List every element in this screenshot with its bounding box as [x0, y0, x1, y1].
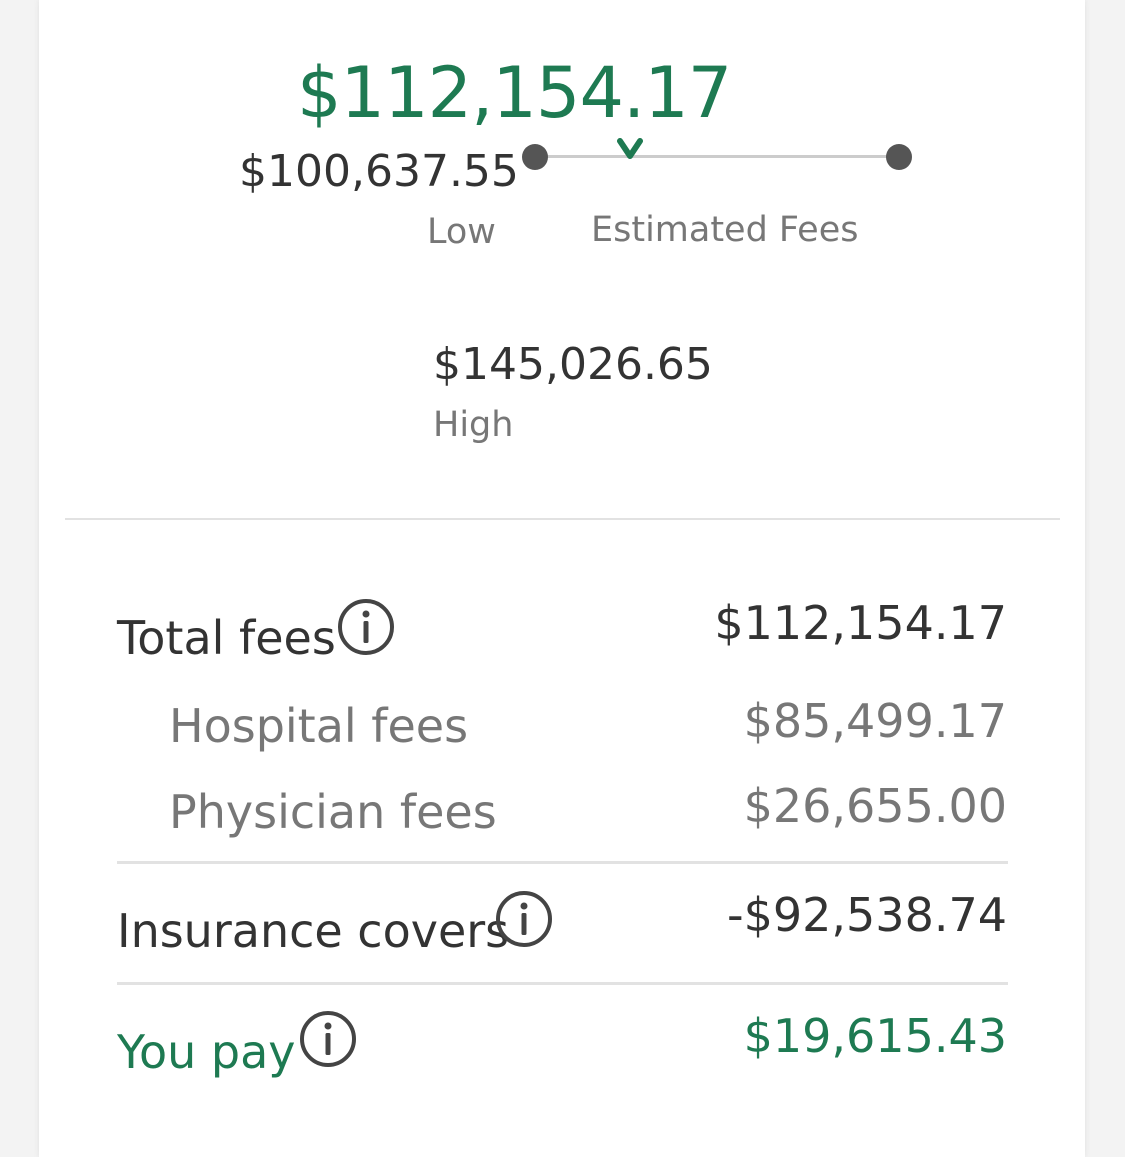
total-fees-info-icon[interactable] — [337, 598, 395, 656]
low-estimate-value: $100,637.55 — [239, 146, 519, 197]
low-estimate-label: Low — [427, 212, 496, 252]
range-track — [535, 155, 899, 158]
you-pay-label: You pay — [117, 1025, 296, 1079]
high-estimate-value: $145,026.65 — [433, 339, 713, 390]
you-pay-info-icon[interactable] — [299, 1010, 357, 1068]
range-high-dot — [886, 144, 912, 170]
you-pay-value: $19,615.43 — [743, 1009, 1007, 1063]
physician-fees-label: Physician fees — [169, 785, 497, 839]
high-estimate-label: High — [433, 405, 514, 445]
insurance-info-icon[interactable] — [495, 890, 553, 948]
total-fees-value: $112,154.17 — [714, 596, 1007, 650]
section-divider — [65, 518, 1060, 520]
total-fees-label: Total fees — [117, 611, 336, 665]
fee-estimate-card: $112,154.17 $100,637.55 Low Estimated Fe… — [39, 0, 1085, 1157]
row-divider — [117, 982, 1008, 985]
range-low-dot — [522, 144, 548, 170]
row-divider — [117, 861, 1008, 864]
insurance-covers-label: Insurance covers — [117, 904, 510, 958]
estimate-marker-icon — [616, 138, 643, 159]
hospital-fees-value: $85,499.17 — [743, 694, 1007, 748]
estimated-fees-value: $112,154.17 — [297, 52, 732, 134]
estimated-fees-label: Estimated Fees — [591, 210, 859, 250]
insurance-covers-value: -$92,538.74 — [727, 888, 1007, 942]
physician-fees-value: $26,655.00 — [743, 779, 1007, 833]
hospital-fees-label: Hospital fees — [169, 699, 469, 753]
